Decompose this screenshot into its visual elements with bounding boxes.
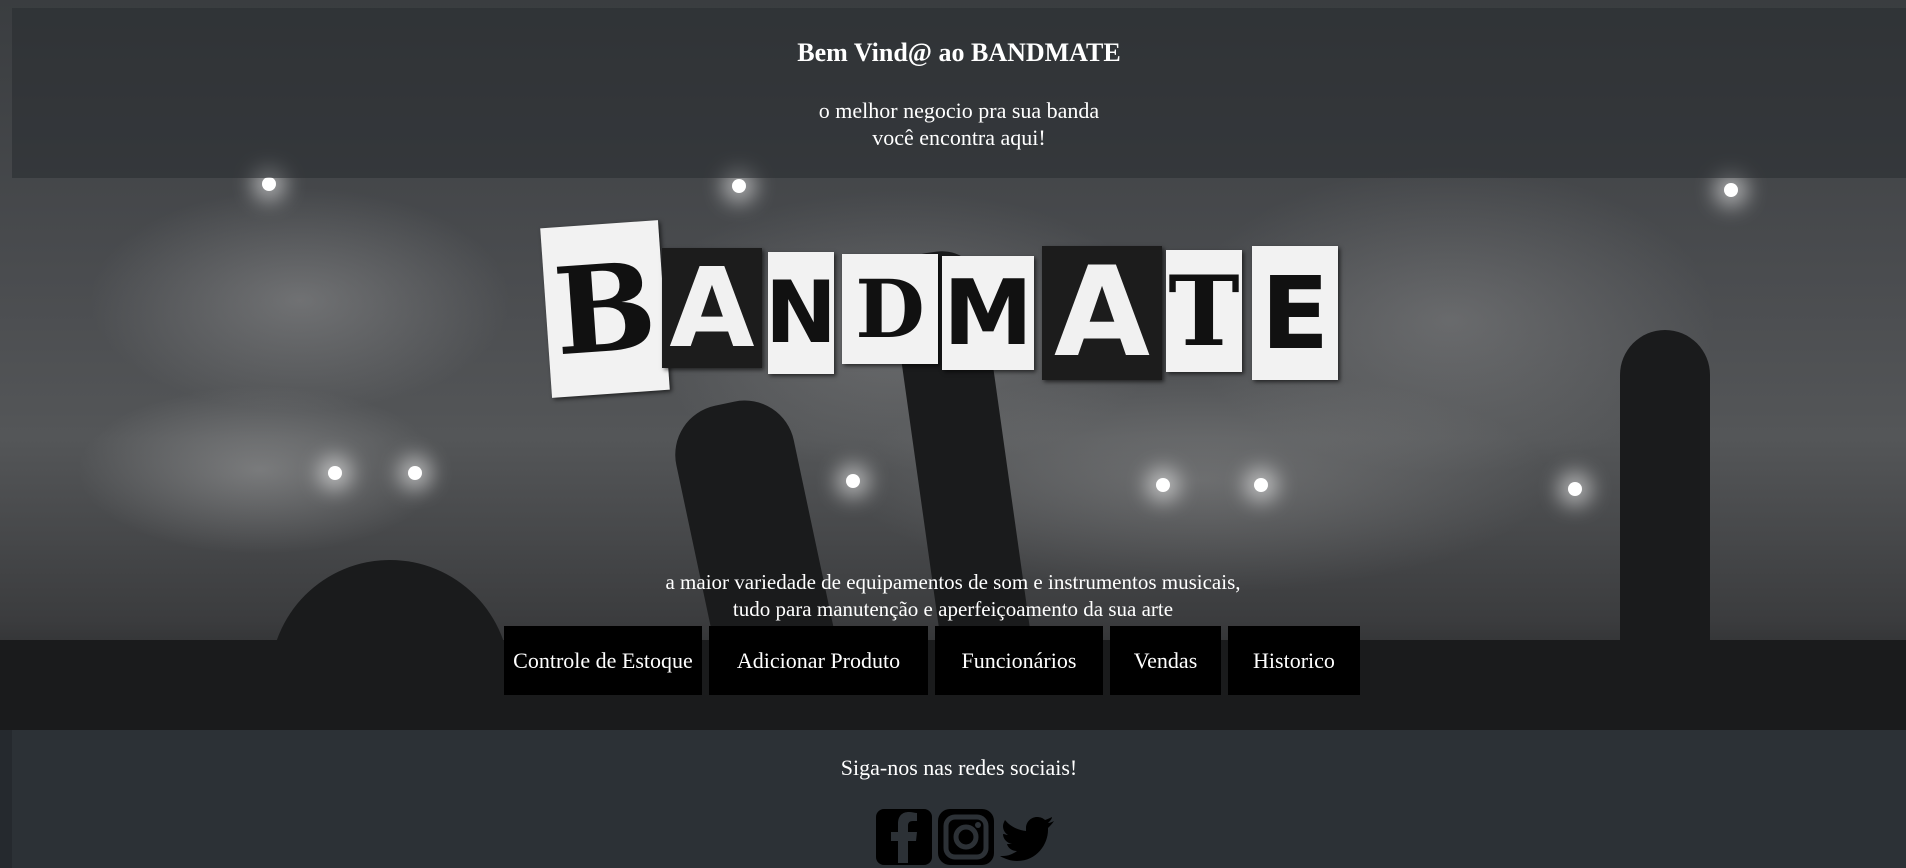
logo-letter-tile: D [842,254,938,364]
stage-light [328,466,342,480]
logo-letter-tile: E [1252,246,1338,380]
footer: Siga-nos nas redes sociais! [12,730,1906,868]
bandmate-logo: B A N D M A T E [540,220,1374,410]
stage-light [408,466,422,480]
main-nav: Controle de Estoque Adicionar Produto Fu… [504,626,1360,695]
stage-light [1254,478,1268,492]
social-links [874,807,1058,868]
logo-letter-tile: A [662,244,762,372]
sales-button[interactable]: Vendas [1110,626,1221,695]
instagram-icon[interactable] [936,807,996,868]
stage-light [1568,482,1582,496]
page: Bem Vind@ ao BANDMATE o melhor negocio p… [0,0,1906,868]
welcome-header: Bem Vind@ ao BANDMATE o melhor negocio p… [12,8,1906,178]
employees-button[interactable]: Funcionários [935,626,1103,695]
stage-light [1724,183,1738,197]
stage-light [1156,478,1170,492]
twitter-icon[interactable] [998,807,1058,868]
tagline-line-1: o melhor negocio pra sua banda [818,98,1100,123]
welcome-tagline: o melhor negocio pra sua banda você enco… [12,97,1906,151]
description-line-2: tudo para manutenção e aperfeiçoamento d… [732,597,1174,621]
stage-light [262,177,276,191]
store-description: a maior variedade de equipamentos de som… [0,569,1906,623]
logo-letter-tile: N [765,252,837,374]
logo-letter-tile: B [540,220,670,398]
add-product-button[interactable]: Adicionar Produto [709,626,928,695]
welcome-title: Bem Vind@ ao BANDMATE [797,38,1121,67]
stage-light [732,179,746,193]
facebook-icon[interactable] [874,807,934,868]
logo-letter-tile: T [1166,250,1242,372]
tagline-line-2: você encontra aqui! [872,125,1046,150]
history-button[interactable]: Historico [1228,626,1360,695]
description-line-1: a maior variedade de equipamentos de som… [665,570,1241,594]
logo-letter-tile: A [1042,241,1162,385]
stock-control-button[interactable]: Controle de Estoque [504,626,702,695]
follow-us-text: Siga-nos nas redes sociais! [840,755,1078,780]
stage-light [846,474,860,488]
logo-letter-tile: M [942,256,1034,370]
